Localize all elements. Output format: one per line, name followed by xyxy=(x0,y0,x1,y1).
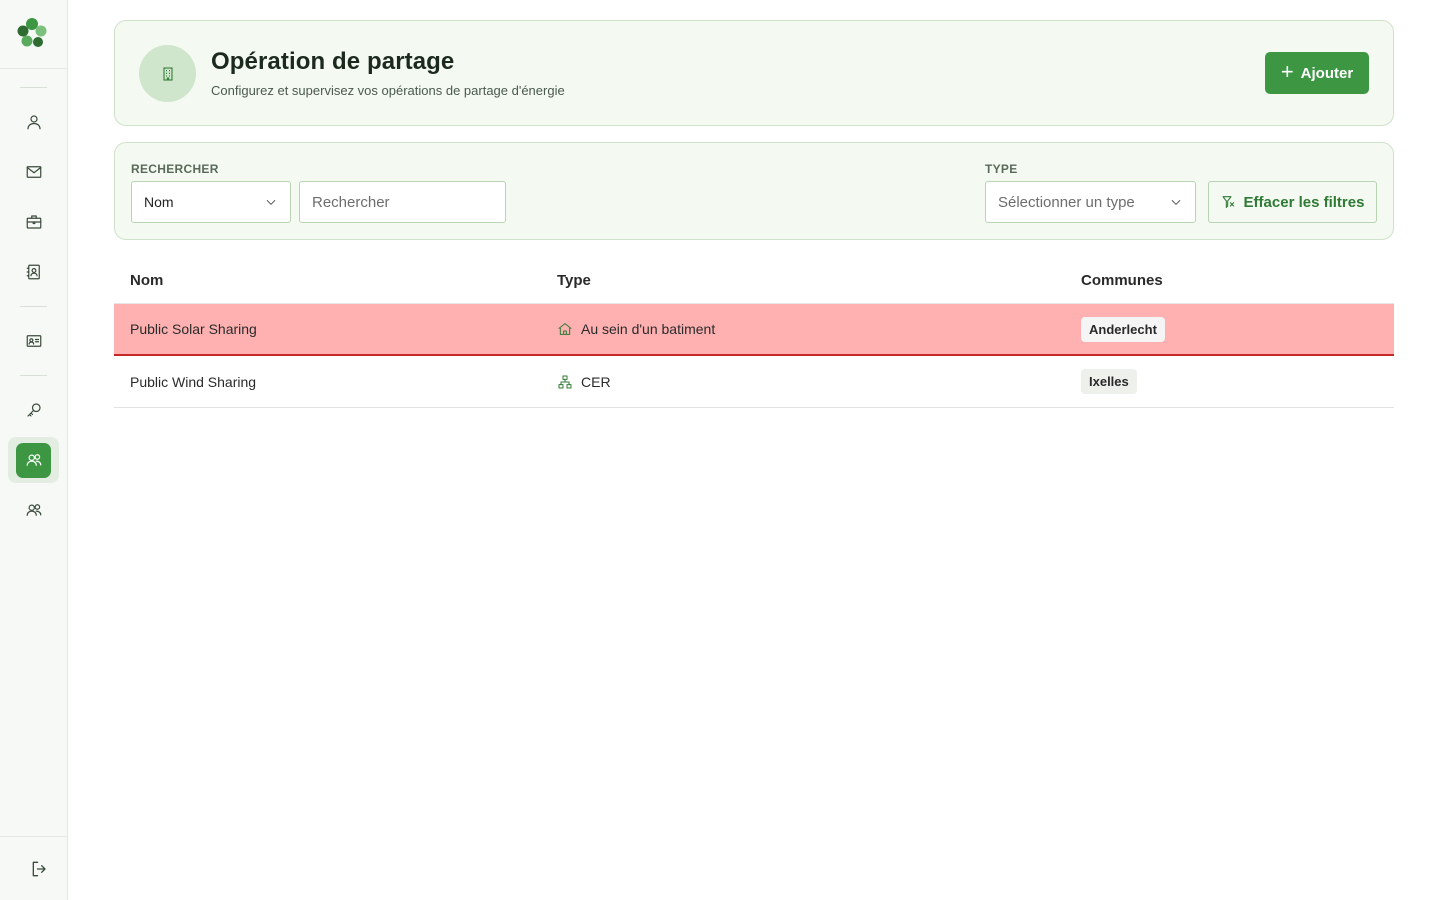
cell-type-label: CER xyxy=(581,373,611,390)
table-header: Nom Type Communes xyxy=(114,256,1394,304)
filter-clear-icon xyxy=(1222,196,1234,208)
add-button-label: Ajouter xyxy=(1300,64,1354,82)
network-hierarchy-icon xyxy=(558,375,572,388)
type-label: TYPE xyxy=(985,162,1018,176)
sidebar-item-contacts[interactable] xyxy=(8,249,59,295)
cell-name: Public Solar Sharing xyxy=(130,321,257,337)
sidebar-item-members[interactable] xyxy=(8,318,59,364)
clear-filters-label: Effacer les filtres xyxy=(1243,193,1365,211)
mail-icon xyxy=(26,166,41,178)
cell-type: CER xyxy=(557,356,611,407)
add-button[interactable]: + Ajouter xyxy=(1265,52,1369,94)
chevron-down-icon xyxy=(266,199,276,205)
cell-name: Public Wind Sharing xyxy=(130,373,257,390)
search-label: RECHERCHER xyxy=(131,162,219,176)
key-icon xyxy=(26,403,41,417)
search-input[interactable] xyxy=(299,181,506,223)
contacts-book-icon xyxy=(26,264,40,280)
sidebar-item-access-keys[interactable] xyxy=(8,387,59,433)
clear-filters-button[interactable]: Effacer les filtres xyxy=(1208,181,1377,223)
cell-communes: Anderlecht xyxy=(1081,304,1165,354)
commune-badge: Anderlecht xyxy=(1081,316,1165,342)
column-header-type[interactable]: Type xyxy=(557,272,591,289)
sidebar-divider xyxy=(0,836,67,837)
page-subtitle: Configurez et supervisez vos opérations … xyxy=(211,83,565,98)
table-row[interactable]: Public Solar Sharing Au sein d'un batime… xyxy=(114,304,1394,356)
cell-type-label: Au sein d'un batiment xyxy=(581,321,716,337)
sidebar-separator xyxy=(20,87,47,88)
id-card-icon xyxy=(26,335,41,347)
building-home-icon xyxy=(558,323,572,335)
group-icon xyxy=(26,454,41,466)
sidebar-item-users[interactable] xyxy=(8,99,59,145)
sidebar-divider xyxy=(0,68,67,69)
commune-badge: Ixelles xyxy=(1081,369,1137,394)
type-placeholder: Sélectionner un type xyxy=(998,193,1135,211)
building-icon xyxy=(139,45,196,102)
operations-table: Nom Type Communes Public Solar Sharing A… xyxy=(114,256,1394,408)
column-header-name[interactable]: Nom xyxy=(130,272,163,289)
search-field-select[interactable]: Nom xyxy=(131,181,291,223)
cell-communes: Ixelles xyxy=(1081,356,1137,407)
plus-icon: + xyxy=(1280,59,1294,84)
sidebar-item-communities[interactable] xyxy=(8,487,59,533)
group-icon xyxy=(26,504,41,516)
table-row[interactable]: Public Wind Sharing CER Ixelles xyxy=(114,356,1394,408)
user-icon xyxy=(26,115,41,130)
search-field-value: Nom xyxy=(144,194,174,210)
sidebar-separator xyxy=(20,375,47,376)
sidebar xyxy=(0,0,68,900)
app-logo-icon[interactable] xyxy=(16,16,48,50)
type-select[interactable]: Sélectionner un type xyxy=(985,181,1196,223)
logout-button[interactable] xyxy=(14,846,65,892)
sidebar-item-messages[interactable] xyxy=(8,149,59,195)
page-title: Opération de partage xyxy=(211,48,455,75)
page-header: Opération de partage Configurez et super… xyxy=(114,20,1394,126)
column-header-communes[interactable]: Communes xyxy=(1081,272,1163,289)
logout-icon xyxy=(32,861,46,877)
sidebar-item-organizations[interactable] xyxy=(8,199,59,245)
cell-type: Au sein d'un batiment xyxy=(557,304,715,354)
sidebar-separator xyxy=(20,306,47,307)
briefcase-icon xyxy=(26,215,41,229)
filter-panel: RECHERCHER Nom TYPE Sélectionner un type… xyxy=(114,142,1394,240)
chevron-down-icon xyxy=(1171,199,1181,205)
active-indicator xyxy=(16,442,51,478)
sidebar-item-sharing-operations[interactable] xyxy=(8,437,59,483)
